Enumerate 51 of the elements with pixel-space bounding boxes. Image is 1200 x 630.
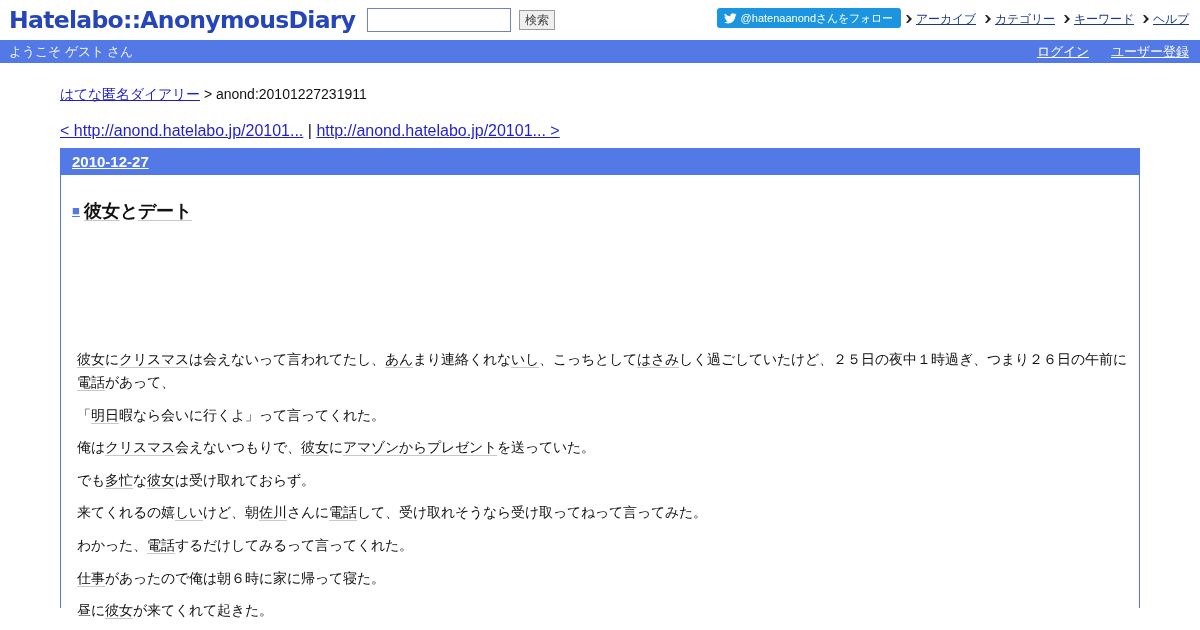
body-paragraph: 仕事があったので俺は朝６時に家に帰って寝た。 — [77, 568, 386, 588]
search-field[interactable] — [367, 8, 512, 32]
keyword-link[interactable]: クリスマス — [119, 351, 189, 367]
breadcrumb-link[interactable]: はてな匿名ダイアリー — [60, 86, 200, 102]
keyword-link[interactable]: いし — [511, 351, 539, 367]
pager-separator: | — [307, 122, 312, 139]
keyword-link[interactable]: 彼女 — [301, 439, 329, 456]
keyword-link[interactable]: 彼女 — [105, 602, 133, 619]
greeting-text: ようこそ ゲスト さん — [9, 43, 134, 61]
keyword-link[interactable]: 電話 — [147, 536, 175, 553]
arrow-bullet-icon — [985, 15, 991, 23]
previous-entry-link[interactable]: < http://anond.hatelabo.jp/20101... — [60, 122, 304, 139]
bird-icon — [723, 12, 737, 24]
header-nav-link[interactable]: カテゴリー — [995, 10, 1055, 28]
body-paragraph: わかった、電話するだけしてみるって言ってくれた。 — [77, 535, 414, 555]
keyword-link[interactable]: クリスマス — [105, 439, 175, 456]
keyword-link[interactable]: デート — [137, 201, 192, 221]
keyword-link[interactable]: 彼女 — [83, 201, 120, 221]
body-paragraph: 昼に彼女が来てくれて起きた。 — [77, 601, 274, 621]
arrow-bullet-icon — [1143, 15, 1149, 23]
keyword-link[interactable]: あん — [385, 351, 413, 367]
body-paragraph: 「明日暇なら会いに行くよ」って言ってくれた。 — [77, 405, 386, 425]
keyword-link[interactable]: はさみ — [637, 351, 679, 367]
header-nav-link[interactable]: キーワード — [1074, 10, 1134, 28]
entry-permalink[interactable]: ■ — [72, 199, 80, 223]
body-paragraph: 来てくれるの嬉しいけど、朝佐川 さんに電話して、受け取れそうなら受け取ってねって言ってみた。 — [77, 503, 708, 523]
keyword-link[interactable]: 仕事 — [77, 569, 105, 586]
keyword-link[interactable]: 明日 — [91, 406, 119, 423]
arrow-bullet-icon — [1064, 15, 1070, 23]
keyword-link[interactable]: 彼女 — [147, 471, 175, 488]
keyword-link[interactable]: 彼女 — [77, 351, 105, 367]
date-link[interactable]: 2010-12-27 — [72, 153, 149, 170]
next-entry-link[interactable]: http://anond.hatelabo.jp/20101... > — [316, 122, 560, 139]
header-nav-link[interactable]: ヘルプ — [1153, 10, 1189, 28]
breadcrumb-text: > anond:20101227231911 — [203, 86, 367, 102]
body-paragraph: 彼女にクリスマス は会えないって言われてたし、あん まり連絡くれないし、こっちとして はさみ しく過ごしていたけど、２５日の夜中１時過ぎ、つまり２６日の午前に 電話があって、 — [77, 350, 1128, 392]
keyword-link[interactable]: 佐川 — [259, 504, 287, 521]
arrow-bullet-icon — [906, 15, 912, 23]
user-bar-link[interactable]: ログイン — [1037, 40, 1089, 63]
header-nav-link[interactable]: アーカイブ — [916, 10, 976, 28]
user-bar-link[interactable]: ユーザー登録 — [1111, 40, 1189, 63]
body-paragraph: でも 多忙な彼女は受け取れておらず。 — [77, 470, 316, 490]
keyword-link[interactable]: 電話 — [329, 504, 357, 521]
entry-title: 彼女とデート — [83, 200, 192, 223]
search-button[interactable]: 検索 — [519, 10, 556, 30]
keyword-link[interactable]: アマゾンからプレゼント — [343, 439, 497, 456]
keyword-link[interactable]: 多忙 — [105, 471, 133, 488]
site-logo[interactable]: Hatelabo::AnonymousDiary — [9, 0, 356, 40]
keyword-link[interactable]: しい — [175, 504, 203, 521]
body-paragraph: 俺はクリスマス会えないつもりで、彼女にアマゾンからプレゼント を送っていた。 — [77, 438, 596, 458]
keyword-link[interactable]: 電話 — [77, 374, 105, 390]
